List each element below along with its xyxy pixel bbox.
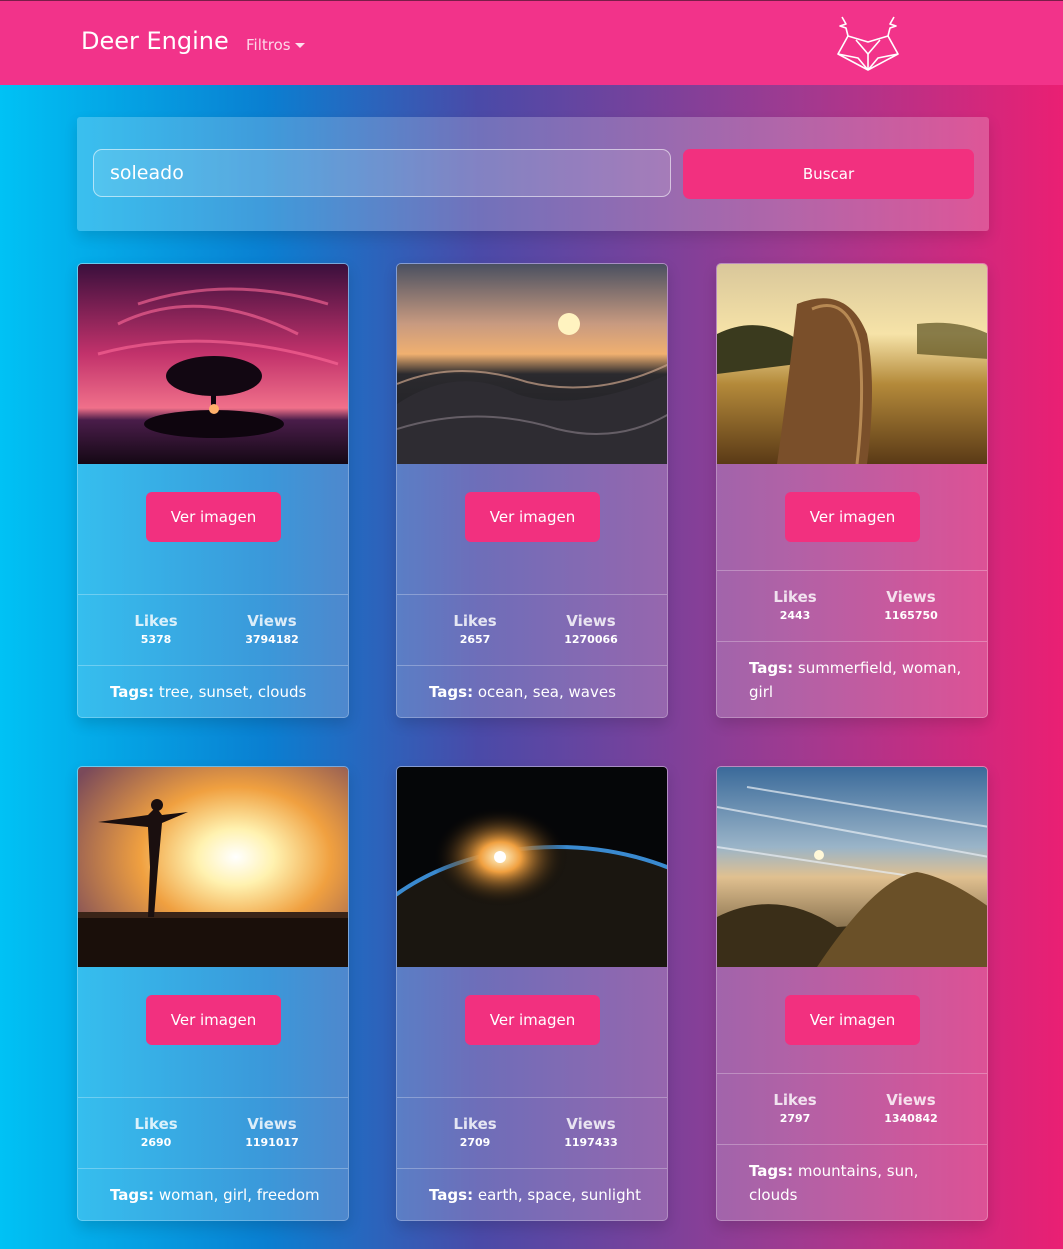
tags-line: Tags: mountains, sun, clouds (749, 1159, 969, 1207)
view-image-button[interactable]: Ver imagen (465, 492, 600, 542)
views-count: 3794182 (245, 633, 299, 646)
view-image-button[interactable]: Ver imagen (146, 492, 281, 542)
ocean-waves-sunset-photo (397, 264, 667, 464)
views-stat: Views 1165750 (851, 571, 971, 622)
likes-label: Likes (134, 1115, 178, 1133)
view-image-button[interactable]: Ver imagen (146, 995, 281, 1045)
views-stat: Views 1197433 (531, 1098, 651, 1149)
views-label: Views (886, 588, 936, 606)
views-stat: Views 1191017 (212, 1098, 332, 1149)
search-input[interactable] (93, 149, 671, 197)
tags-line: Tags: summerfield, woman, girl (749, 656, 969, 704)
earth-from-space-photo (397, 767, 667, 967)
tags-label: Tags: (429, 1186, 474, 1204)
views-count: 1270066 (564, 633, 618, 646)
stats-row: Likes 2443 Views 1165750 (717, 570, 987, 642)
likes-label: Likes (773, 1091, 817, 1109)
stats-row: Likes 2657 Views 1270066 (397, 594, 667, 666)
views-count: 1165750 (884, 609, 938, 622)
image-card: Ver imagen Likes 2690 Views 1191017 Tags… (77, 766, 349, 1221)
tags-list: earth, space, sunlight (477, 1186, 641, 1204)
filters-dropdown[interactable]: Filtros (246, 36, 305, 54)
likes-stat: Likes 2797 (735, 1074, 855, 1125)
views-count: 1340842 (884, 1112, 938, 1125)
likes-count: 5378 (140, 633, 172, 646)
tags-line: Tags: earth, space, sunlight (429, 1183, 649, 1207)
likes-stat: Likes 2709 (415, 1098, 535, 1149)
search-panel: Buscar (77, 117, 989, 231)
woman-silhouette-sunset-photo (78, 767, 348, 967)
navbar: Deer Engine Filtros (0, 0, 1063, 85)
deer-head-icon (832, 14, 904, 74)
stats-row: Likes 2690 Views 1191017 (78, 1097, 348, 1169)
tags-label: Tags: (429, 683, 474, 701)
image-card: Ver imagen Likes 2657 Views 1270066 Tags… (396, 263, 668, 718)
views-stat: Views 1340842 (851, 1074, 971, 1125)
likes-count: 2690 (140, 1136, 172, 1149)
likes-stat: Likes 5378 (96, 595, 216, 646)
tags-label: Tags: (749, 1162, 794, 1180)
tags-label: Tags: (110, 683, 155, 701)
tags-line: Tags: tree, sunset, clouds (110, 680, 330, 704)
image-card: Ver imagen Likes 2443 Views 1165750 Tags… (716, 263, 988, 718)
caret-down-icon (294, 42, 305, 48)
views-label: Views (566, 1115, 616, 1133)
views-label: Views (886, 1091, 936, 1109)
brand-link[interactable]: Deer Engine (81, 27, 229, 55)
likes-label: Likes (134, 612, 178, 630)
views-stat: Views 3794182 (212, 595, 332, 646)
tags-list: tree, sunset, clouds (158, 683, 307, 701)
views-label: Views (566, 612, 616, 630)
stats-row: Likes 5378 Views 3794182 (78, 594, 348, 666)
likes-stat: Likes 2657 (415, 595, 535, 646)
tags-line: Tags: ocean, sea, waves (429, 680, 649, 704)
likes-label: Likes (453, 612, 497, 630)
views-label: Views (247, 1115, 297, 1133)
image-card: Ver imagen Likes 5378 Views 3794182 Tags… (77, 263, 349, 718)
tags-label: Tags: (110, 1186, 155, 1204)
tags-line: Tags: woman, girl, freedom (110, 1183, 330, 1207)
likes-count: 2709 (459, 1136, 491, 1149)
stats-row: Likes 2797 Views 1340842 (717, 1073, 987, 1145)
likes-label: Likes (773, 588, 817, 606)
tags-list: ocean, sea, waves (477, 683, 616, 701)
stats-row: Likes 2709 Views 1197433 (397, 1097, 667, 1169)
search-button[interactable]: Buscar (683, 149, 974, 199)
image-card: Ver imagen Likes 2797 Views 1340842 Tags… (716, 766, 988, 1221)
likes-count: 2443 (779, 609, 811, 622)
views-count: 1197433 (564, 1136, 618, 1149)
view-image-button[interactable]: Ver imagen (785, 492, 920, 542)
likes-stat: Likes 2443 (735, 571, 855, 622)
views-stat: Views 1270066 (531, 595, 651, 646)
mountain-sky-photo (717, 767, 987, 967)
filters-label: Filtros (246, 36, 291, 54)
tree-sunset-photo (78, 264, 348, 464)
likes-label: Likes (453, 1115, 497, 1133)
view-image-button[interactable]: Ver imagen (465, 995, 600, 1045)
likes-stat: Likes 2690 (96, 1098, 216, 1149)
views-count: 1191017 (245, 1136, 299, 1149)
woman-in-field-photo (717, 264, 987, 464)
likes-count: 2657 (459, 633, 491, 646)
view-image-button[interactable]: Ver imagen (785, 995, 920, 1045)
image-card: Ver imagen Likes 2709 Views 1197433 Tags… (396, 766, 668, 1221)
tags-label: Tags: (749, 659, 794, 677)
likes-count: 2797 (779, 1112, 811, 1125)
views-label: Views (247, 612, 297, 630)
tags-list: woman, girl, freedom (158, 1186, 320, 1204)
